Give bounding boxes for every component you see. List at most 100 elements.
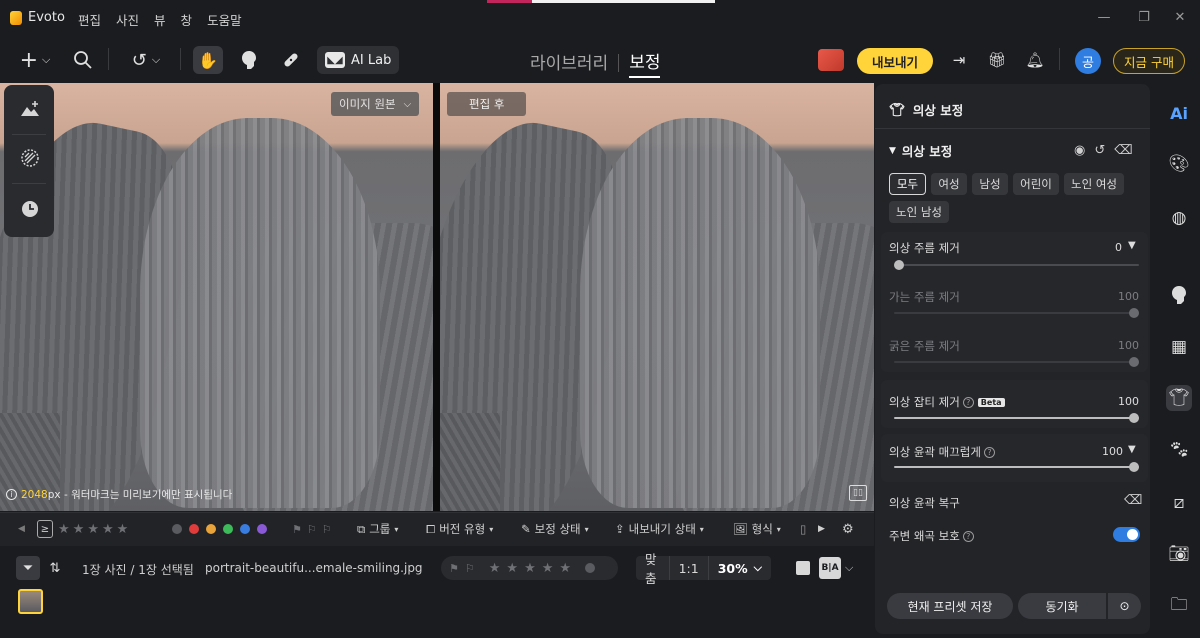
wrinkle-removal-slider[interactable]: [894, 260, 1139, 270]
reset-icon[interactable]: ↺: [1094, 143, 1105, 158]
star-icon[interactable]: ★: [102, 522, 114, 537]
single-view-icon[interactable]: [796, 561, 810, 575]
color-label-dot[interactable]: [585, 563, 596, 573]
tab-retouch[interactable]: 보정: [629, 48, 661, 78]
section-header[interactable]: ▼ 의상 보정: [889, 141, 952, 160]
chip-senior-male[interactable]: 노인 남성: [889, 201, 949, 223]
face-select-button[interactable]: [236, 46, 262, 74]
slider-handle[interactable]: [894, 260, 904, 270]
star-icon[interactable]: ★: [506, 561, 518, 576]
paw-icon[interactable]: 🐾︎: [1166, 437, 1192, 463]
chip-senior-female[interactable]: 노인 여성: [1064, 173, 1124, 195]
filter-settings-icon[interactable]: ⚙: [842, 520, 854, 538]
format-filter[interactable]: 🖼︎ 형식 ▾: [733, 520, 781, 538]
export-status-filter[interactable]: ⇪ 내보내기 상태 ▾: [615, 520, 704, 538]
brush-eraser-icon[interactable]: ⌫: [1124, 493, 1142, 508]
camera-icon[interactable]: 📷︎: [1166, 541, 1192, 567]
flag-outline-icon[interactable]: ⚐: [465, 562, 475, 575]
flag-outline-icon[interactable]: ⚐: [307, 523, 317, 536]
zoom-1to1-button[interactable]: 1:1: [670, 556, 709, 580]
sync-settings-button[interactable]: ⊙: [1108, 593, 1141, 619]
background-grid-icon[interactable]: ▦: [1166, 334, 1192, 360]
edited-image[interactable]: [440, 83, 874, 511]
slider-handle[interactable]: [1129, 308, 1139, 318]
menu-item-photo[interactable]: 사진: [116, 10, 139, 29]
close-window-icon[interactable]: ✕: [1172, 10, 1188, 26]
fine-wrinkle-slider[interactable]: [894, 308, 1139, 318]
hand-tool-button[interactable]: ✋: [193, 46, 223, 74]
gift-promo-icon[interactable]: [818, 49, 844, 71]
thick-wrinkle-slider[interactable]: [894, 357, 1139, 367]
ai-lab-button[interactable]: ◣◢ AI Lab: [317, 46, 400, 74]
crop-icon[interactable]: ⧄: [1166, 490, 1192, 516]
menu-item-edit[interactable]: 편집: [78, 10, 101, 29]
filter-toggle-button[interactable]: ⏷: [16, 556, 40, 580]
menu-item-view[interactable]: 뷰: [154, 10, 166, 29]
restore-window-icon[interactable]: ❐: [1136, 10, 1152, 26]
rating-gte-filter[interactable]: ≥: [37, 520, 53, 538]
chip-all[interactable]: 모두: [889, 173, 926, 195]
history-tool-button[interactable]: [19, 198, 41, 220]
send-to-button[interactable]: ⇥: [948, 46, 970, 74]
color-label-dot[interactable]: [257, 524, 267, 534]
menu-item-help[interactable]: 도움말: [207, 10, 242, 29]
flag-reject-icon[interactable]: ⚐: [322, 523, 332, 536]
chevron-down-icon[interactable]: ⌵: [845, 561, 853, 575]
color-label-dot[interactable]: [206, 524, 216, 534]
export-button[interactable]: 내보내기: [857, 48, 933, 74]
flag-filter[interactable]: ⚑ ⚐ ⚐: [292, 520, 332, 538]
color-label-dot[interactable]: [172, 524, 182, 534]
more-filter-icon[interactable]: ▯: [800, 520, 806, 538]
texture-icon[interactable]: ◍: [1166, 205, 1192, 231]
star-icon[interactable]: ★: [559, 561, 571, 576]
before-after-view-icon[interactable]: B|A: [819, 557, 841, 579]
image-canvas[interactable]: 이미지 원본 ⌵ 편집 후 i 2048px - 워터마크는 미리보기에만 표시…: [0, 83, 874, 511]
star-icon[interactable]: ★: [489, 561, 501, 576]
star-icon[interactable]: ★: [117, 522, 129, 537]
color-label-dot[interactable]: [223, 524, 233, 534]
menu-item-window[interactable]: 창: [181, 10, 193, 29]
undo-button[interactable]: ↺ ⌵: [123, 46, 169, 74]
version-type-filter[interactable]: ⧠ 버전 유형 ▾: [426, 520, 493, 538]
buy-now-button[interactable]: 지금 구매: [1113, 48, 1185, 74]
filmstrip-thumbnail[interactable]: [18, 589, 43, 614]
zoom-fit-button[interactable]: 맞춤: [636, 552, 670, 586]
flag-icon[interactable]: ⚑: [292, 523, 302, 536]
minimize-icon[interactable]: —: [1096, 10, 1112, 26]
add-menu-button[interactable]: + ⌵: [14, 46, 56, 74]
split-view-icon[interactable]: ▯▯: [849, 485, 867, 501]
chip-male[interactable]: 남성: [972, 173, 1008, 195]
expand-triangle-icon[interactable]: ▼: [1128, 240, 1136, 251]
help-icon[interactable]: ?: [962, 530, 974, 542]
bandage-tool-button[interactable]: [278, 46, 304, 74]
star-icon[interactable]: ★: [524, 561, 536, 576]
landscape-add-tool-button[interactable]: [19, 98, 41, 120]
ai-tools-icon[interactable]: Ai: [1166, 100, 1192, 126]
star-icon[interactable]: ★: [542, 561, 554, 576]
clothing-icon[interactable]: 👕︎: [1166, 385, 1192, 411]
folder-icon[interactable]: 🗀︎: [1166, 593, 1192, 619]
slider-handle[interactable]: [1129, 413, 1139, 423]
smooth-contour-slider[interactable]: [894, 462, 1139, 472]
palette-icon[interactable]: 🎨︎: [1166, 151, 1192, 177]
star-icon[interactable]: ★: [58, 522, 70, 537]
eraser-icon[interactable]: ⌫: [1114, 143, 1132, 158]
lint-removal-slider[interactable]: [894, 413, 1139, 423]
group-filter[interactable]: ⧉ 그룹 ▾: [357, 520, 398, 538]
scroll-left-icon[interactable]: ◀: [18, 520, 25, 538]
color-label-dot[interactable]: [189, 524, 199, 534]
slider-handle[interactable]: [1129, 462, 1139, 472]
notification-button[interactable]: 🔔︎: [1024, 46, 1046, 74]
sort-button[interactable]: ⇅: [46, 556, 64, 580]
chip-female[interactable]: 여성: [931, 173, 967, 195]
scroll-right-icon[interactable]: ▶: [818, 520, 825, 538]
sync-button[interactable]: 동기화: [1018, 593, 1106, 619]
save-preset-button[interactable]: 현재 프리셋 저장: [887, 593, 1013, 619]
search-button[interactable]: [70, 46, 96, 74]
tab-library[interactable]: 라이브러리: [530, 49, 608, 77]
help-icon[interactable]: ?: [983, 446, 995, 458]
chip-child[interactable]: 어린이: [1013, 173, 1059, 195]
star-rating-filter[interactable]: ★ ★ ★ ★ ★: [58, 520, 128, 538]
original-image[interactable]: [0, 83, 433, 511]
flag-icon[interactable]: ⚑: [449, 562, 459, 575]
